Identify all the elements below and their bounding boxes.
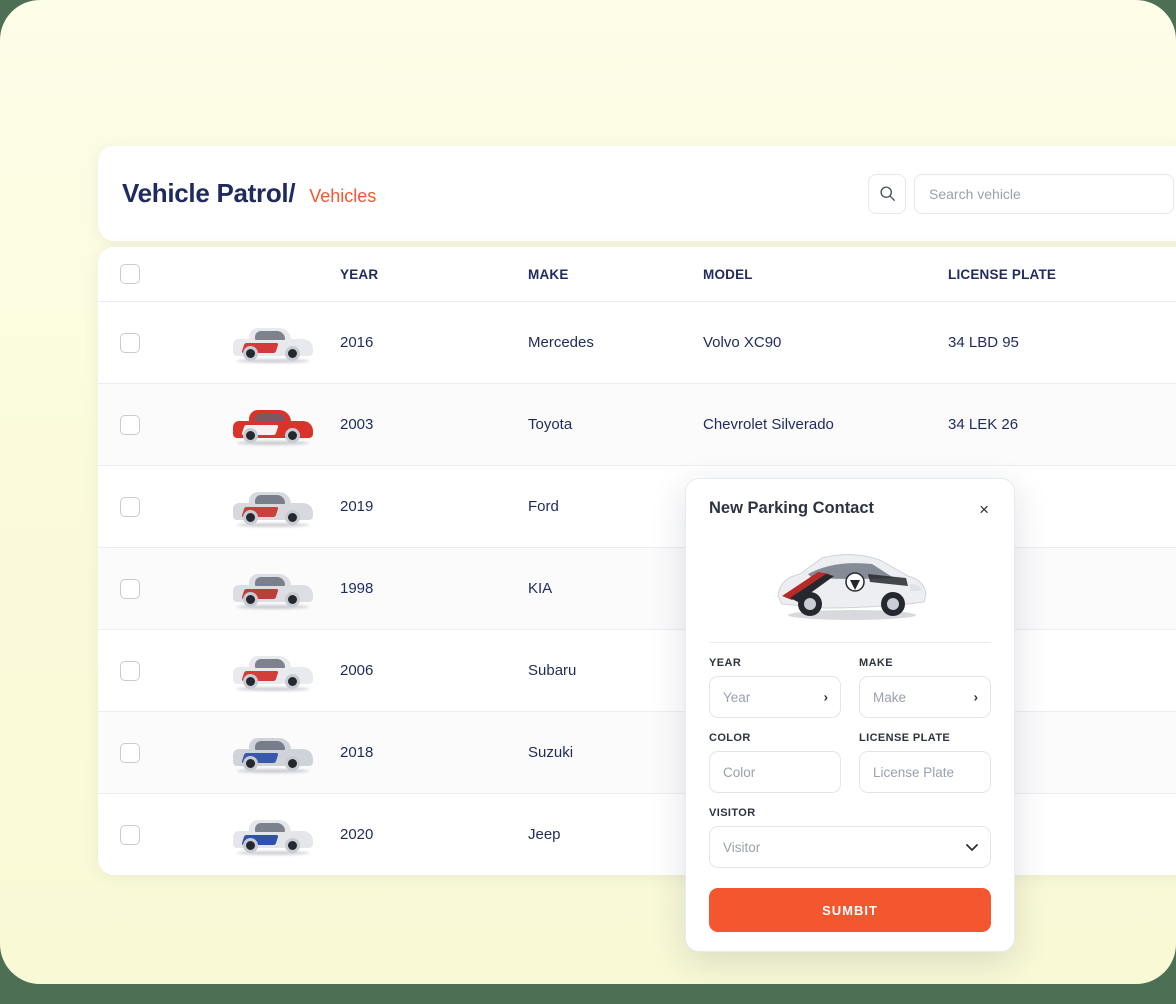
column-header-license-plate[interactable]: LICENSE PLATE	[948, 267, 1148, 282]
cell-make: Mercedes	[528, 334, 594, 351]
cell-make: KIA	[528, 580, 553, 597]
row-checkbox[interactable]	[120, 414, 140, 435]
new-parking-contact-modal: New Parking Contact × YEAR Year › MAKE M…	[685, 478, 1015, 952]
row-checkbox[interactable]	[120, 742, 140, 763]
color-input[interactable]	[709, 751, 841, 793]
search-input[interactable]	[914, 173, 1174, 214]
license-plate-label: LICENSE PLATE	[859, 732, 951, 744]
column-header-model[interactable]: MODEL	[703, 267, 948, 282]
submit-button[interactable]: SUMBIT	[709, 888, 991, 932]
modal-title: New Parking Contact	[709, 499, 875, 517]
search-icon	[879, 186, 895, 201]
make-label: MAKE	[859, 657, 893, 669]
cell-year: 2003	[340, 416, 374, 433]
cell-model: Volvo XC90	[703, 334, 782, 351]
license-plate-input-wrap	[859, 751, 991, 793]
modal-divider	[709, 642, 991, 643]
color-label: COLOR	[709, 732, 751, 744]
cell-year: 2018	[340, 744, 374, 761]
make-field-group: MAKE ›	[859, 657, 991, 718]
cell-year: 2006	[340, 662, 374, 679]
table-row[interactable]: 2016 Mercedes Volvo XC90 34 LBD 95	[98, 302, 1176, 383]
license-plate-field-group: LICENSE PLATE	[859, 732, 991, 793]
vehicle-thumbnail	[231, 487, 315, 527]
color-field-group: COLOR	[709, 732, 841, 793]
cell-year: 1998	[340, 580, 374, 597]
select-all-checkbox[interactable]	[120, 264, 140, 284]
table-header-row: YEAR MAKE MODEL LICENSE PLATE	[98, 247, 1176, 301]
cell-make: Jeep	[528, 826, 561, 843]
vehicle-thumbnail	[231, 733, 315, 773]
modal-header: New Parking Contact ×	[709, 499, 991, 520]
color-plate-row: COLOR LICENSE PLATE	[709, 732, 991, 793]
license-plate-input[interactable]	[859, 751, 991, 793]
year-label: YEAR	[709, 657, 742, 669]
column-header-year[interactable]: YEAR	[340, 267, 528, 282]
page-header-card: Vehicle Patrol/ Vehicles	[98, 146, 1176, 241]
cell-year: 2016	[340, 334, 374, 351]
column-header-make[interactable]: MAKE	[528, 267, 703, 282]
cell-make: Ford	[528, 498, 559, 515]
visitor-select-input[interactable]	[709, 826, 991, 868]
breadcrumb: Vehicle Patrol/ Vehicles	[122, 178, 376, 209]
vehicle-thumbnail	[231, 569, 315, 609]
breadcrumb-current[interactable]: Vehicles	[309, 186, 376, 207]
vehicle-thumbnail-cell	[205, 405, 340, 445]
cell-license-plate: 34 LEK 26	[948, 416, 1019, 433]
vehicle-thumbnail-cell	[205, 569, 340, 609]
vehicle-thumbnail-cell	[205, 323, 340, 363]
vehicle-thumbnail-cell	[205, 733, 340, 773]
row-select-cell	[120, 660, 205, 681]
row-checkbox[interactable]	[120, 578, 140, 599]
row-checkbox[interactable]	[120, 332, 140, 353]
app-canvas: Vehicle Patrol/ Vehicles YEAR MAKE MODEL…	[0, 0, 1176, 984]
row-select-cell	[120, 578, 205, 599]
cell-make: Subaru	[528, 662, 577, 679]
vehicle-thumbnail	[231, 815, 315, 855]
row-select-cell	[120, 332, 205, 353]
row-select-cell	[120, 414, 205, 435]
make-select-input[interactable]	[859, 676, 991, 718]
year-input-wrap: ›	[709, 676, 841, 718]
vehicle-thumbnail	[231, 651, 315, 691]
year-select-input[interactable]	[709, 676, 841, 718]
vehicle-thumbnail	[231, 323, 315, 363]
visitor-row: VISITOR	[709, 807, 991, 868]
row-checkbox[interactable]	[120, 824, 140, 845]
search-bar	[868, 173, 1174, 214]
cell-year: 2019	[340, 498, 374, 515]
cell-model: Chevrolet Silverado	[703, 416, 834, 433]
year-make-row: YEAR › MAKE ›	[709, 657, 991, 718]
make-input-wrap: ›	[859, 676, 991, 718]
vehicle-thumbnail-cell	[205, 487, 340, 527]
page-title: Vehicle Patrol/	[122, 178, 296, 208]
visitor-field-group: VISITOR	[709, 807, 991, 868]
row-select-cell	[120, 496, 205, 517]
cell-license-plate: 34 LBD 95	[948, 334, 1019, 351]
close-icon[interactable]: ×	[977, 499, 991, 520]
row-select-cell	[120, 742, 205, 763]
row-select-cell	[120, 824, 205, 845]
color-input-wrap	[709, 751, 841, 793]
visitor-label: VISITOR	[709, 807, 756, 819]
row-checkbox[interactable]	[120, 496, 140, 517]
vehicle-thumbnail	[231, 405, 315, 445]
table-row[interactable]: 2003 Toyota Chevrolet Silverado 34 LEK 26	[98, 384, 1176, 465]
year-field-group: YEAR ›	[709, 657, 841, 718]
visitor-input-wrap	[709, 826, 991, 868]
vehicle-thumbnail-cell	[205, 651, 340, 691]
cell-year: 2020	[340, 826, 374, 843]
cell-make: Toyota	[528, 416, 573, 433]
vehicle-thumbnail-cell	[205, 815, 340, 855]
row-checkbox[interactable]	[120, 660, 140, 681]
cell-make: Suzuki	[528, 744, 574, 761]
vehicle-preview-image	[760, 534, 940, 626]
select-all-cell	[120, 264, 205, 284]
search-button[interactable]	[868, 173, 906, 214]
